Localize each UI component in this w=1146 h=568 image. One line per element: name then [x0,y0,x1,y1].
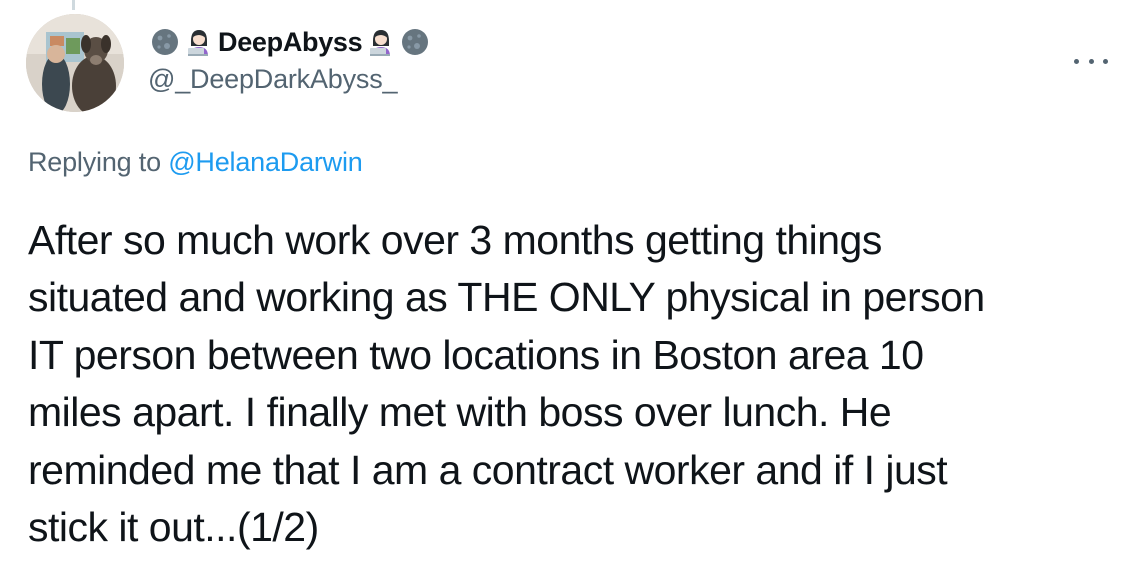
more-dot [1088,58,1094,64]
more-dot [1074,58,1079,64]
more-dot [1103,58,1108,64]
replying-to-line: Replying to @HelanaDarwin [28,147,363,178]
woman-technologist-icon [184,27,214,57]
replying-to-label: Replying to [28,147,161,177]
more-options-icon[interactable] [1074,54,1108,68]
woman-technologist-icon [366,27,396,57]
author-name-row[interactable]: DeepAbyss [148,22,1116,62]
author-handle[interactable]: @_DeepDarkAbyss_ [148,64,1116,95]
thread-connector-line [72,0,75,10]
new-moon-icon [150,27,180,57]
author-display-name[interactable]: DeepAbyss [218,27,363,58]
tweet-header: DeepAbyss @_DeepDarkAbyss_ [148,22,1116,112]
avatar[interactable] [26,14,124,112]
reply-to-mention-link[interactable]: @HelanaDarwin [168,147,363,177]
avatar-dog-child-icon [26,14,124,112]
tweet-body-text: After so much work over 3 months getting… [28,217,985,551]
new-moon-icon [400,27,430,57]
